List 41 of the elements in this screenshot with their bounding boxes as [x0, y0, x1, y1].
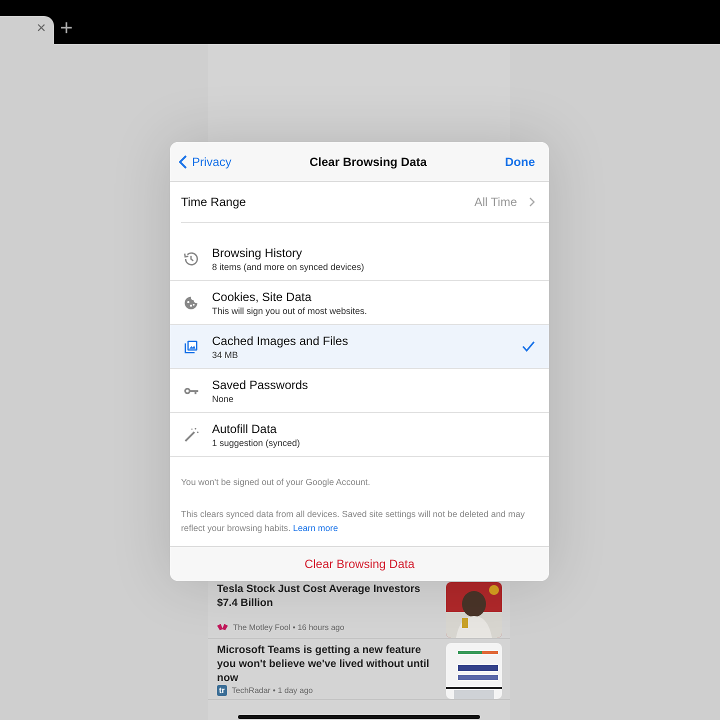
data-type-item[interactable]: Browsing History 8 items (and more on synced devices) [170, 237, 549, 281]
news-card[interactable]: Microsoft Teams is getting a new feature you won't believe we've lived without until now tr TechRadar • 1 day ago [208, 639, 510, 700]
back-button[interactable]: Privacy [179, 154, 232, 168]
article-title: Microsoft Teams is getting a new feature you won't believe we've lived without until now [217, 643, 430, 685]
item-title: Cached Images and Files [212, 334, 350, 348]
data-type-item[interactable]: Cached Images and Files 34 MB [170, 325, 549, 369]
checkmark-icon [522, 341, 535, 352]
history-icon [182, 250, 200, 268]
item-title: Saved Passwords [212, 378, 310, 392]
browser-tab[interactable]: × [0, 16, 54, 44]
data-type-item[interactable]: Autofill Data 1 suggestion (synced) [170, 413, 549, 457]
new-tab-button[interactable]: + [60, 14, 73, 42]
item-subtitle: 1 suggestion (synced) [212, 438, 302, 448]
article-source: The Motley Fool • 16 hours ago [233, 623, 344, 632]
back-chevron-icon [179, 154, 187, 168]
magic-wand-icon [182, 426, 200, 444]
dialog-title: Clear Browsing Data [309, 154, 427, 168]
done-button[interactable]: Done [505, 154, 535, 168]
cookie-icon [182, 294, 200, 312]
data-type-item[interactable]: Cookies, Site Data This will sign you out of most websites. [170, 281, 549, 325]
learn-more-link[interactable]: Learn more [292, 523, 338, 533]
data-type-item[interactable]: Saved Passwords None [170, 369, 549, 413]
clear-browsing-data-button[interactable]: Clear Browsing Data [170, 546, 549, 581]
source-logo: tr [217, 685, 227, 696]
article-title: Tesla Stock Just Cost Average Investors $7.4 Billion [217, 582, 422, 610]
item-subtitle: This will sign you out of most websites. [212, 306, 368, 316]
chevron-right-icon [529, 197, 535, 207]
item-subtitle: 8 items (and more on synced devices) [212, 262, 366, 272]
image-gallery-icon [182, 338, 200, 356]
time-range-row[interactable]: Time Range All Time [181, 182, 549, 223]
item-subtitle: 34 MB [212, 350, 240, 360]
close-tab-button[interactable]: × [36, 20, 46, 38]
item-title: Cookies, Site Data [212, 290, 312, 304]
item-title: Autofill Data [212, 422, 278, 436]
account-note: You won't be signed out of your Google Account. [180, 476, 372, 487]
article-source: TechRadar • 1 day ago [232, 686, 313, 695]
time-range-label: Time Range [181, 195, 247, 209]
time-range-value: All Time [474, 195, 517, 209]
info-text: This clears synced data from all devices. Saved site settings will not be deleted and may reflect your browsing habits. Learn more [180, 508, 526, 535]
item-subtitle: None [212, 394, 235, 404]
item-title: Browsing History [212, 246, 304, 260]
